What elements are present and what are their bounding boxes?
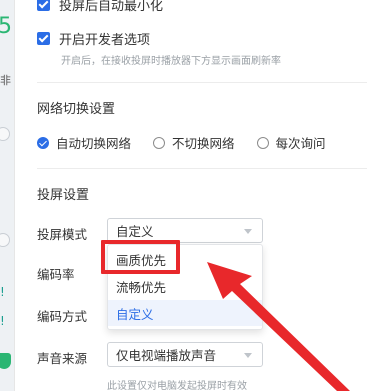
shield-icon	[0, 353, 11, 369]
background-text-fragment: 5	[0, 14, 12, 39]
background-text-fragment: !	[0, 314, 5, 328]
background-text-fragment: !	[0, 285, 5, 299]
background-circle-icon	[0, 127, 10, 141]
background-text-fragment: 非	[0, 74, 11, 87]
settings-panel: 投屏后自动最小化 开启开发者选项 开启后，在接收投屏时播放器下方显示画面刷新率 …	[14, 0, 367, 391]
background-circle-icon	[0, 233, 10, 247]
annotation-arrow-icon	[207, 262, 350, 391]
background-window: 5 非 ! !	[0, 0, 14, 391]
